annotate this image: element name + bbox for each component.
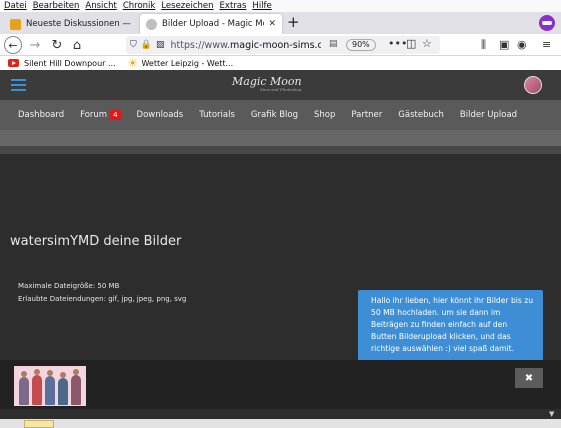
nav-forum[interactable]: Forum 4 — [80, 110, 121, 120]
tab-title: Bilder Upload - Magic Moon — [162, 19, 264, 29]
sun-icon: ☀ — [127, 56, 138, 70]
url-text[interactable]: https://www.magic-moon-sims.co — [171, 40, 321, 51]
arrow-left-icon: ← — [8, 38, 18, 52]
bookmark-silent-hill[interactable]: Silent Hill Downpour ... — [8, 59, 116, 68]
reload-icon: ↻ — [51, 37, 63, 53]
sidebar-icon[interactable]: ▣ — [499, 38, 509, 51]
subnav-band — [0, 130, 561, 146]
close-icon: ✖ — [524, 372, 534, 384]
max-file-size: Maximale Dateigröße: 50 MB — [18, 282, 120, 290]
bookmark-star-icon[interactable]: ☆ — [422, 37, 432, 50]
bookmark-label: Wetter Leipzig - Wett... — [141, 58, 234, 68]
arrow-right-icon: → — [29, 37, 41, 53]
nav-grafik-blog[interactable]: Grafik Blog — [251, 110, 298, 120]
reload-button[interactable]: ↻ — [48, 36, 66, 54]
menu-bar: Datei Bearbeiten Ansicht Chronik Lesezei… — [0, 0, 561, 12]
nav-guestbook[interactable]: Gästebuch — [398, 110, 444, 120]
zoom-level[interactable]: 90% — [346, 39, 376, 51]
close-tab-icon[interactable]: ✕ — [268, 19, 276, 29]
library-icon[interactable]: ⫼ — [481, 38, 486, 52]
menu-history[interactable]: Chronik — [123, 1, 156, 11]
menu-file[interactable]: Datei — [4, 1, 27, 11]
nav-downloads[interactable]: Downloads — [137, 110, 184, 120]
page-actions-button[interactable]: ••• — [388, 37, 407, 50]
menu-hamburger-icon[interactable]: ≡ — [542, 38, 551, 51]
website-content: Magic Moon Sims and Photoshop Dashboard … — [0, 70, 561, 428]
pocket-icon[interactable]: ◫ — [406, 37, 416, 50]
back-button[interactable]: ← — [4, 36, 22, 54]
new-tab-button[interactable]: + — [287, 13, 300, 31]
url-bar[interactable]: ⛉ 🔒 ▨ https://www.magic-moon-sims.co ▤ 9… — [126, 36, 440, 54]
site-favicon-icon — [146, 18, 157, 30]
nav-tutorials[interactable]: Tutorials — [199, 110, 235, 120]
tab-title: Neueste Diskussionen — The Si — [26, 19, 132, 29]
tab-bilder-upload[interactable]: Bilder Upload - Magic Moon ✕ — [140, 14, 282, 34]
tab-discussions[interactable]: Neueste Diskussionen — The Si — [4, 14, 138, 34]
site-header: Magic Moon Sims and Photoshop — [0, 70, 561, 100]
reader-view-icon[interactable]: ▤ — [329, 39, 338, 49]
page-title: watersimYMD deine Bilder — [10, 234, 182, 249]
uploaded-image-thumbnail[interactable] — [14, 366, 86, 406]
discussion-favicon-icon — [10, 18, 21, 30]
forum-count-badge: 4 — [110, 110, 121, 120]
account-icon[interactable]: ◉ — [517, 38, 527, 51]
home-icon: ⌂ — [72, 37, 82, 53]
site-logo[interactable]: Magic Moon Sims and Photoshop — [232, 75, 302, 92]
navigation-bar: ← → ↻ ⌂ ⛉ 🔒 ▨ https://www.magic-moon-sim… — [0, 34, 561, 56]
menu-tools[interactable]: Extras — [220, 1, 247, 11]
upload-info: Maximale Dateigröße: 50 MB Erlaubte Date… — [18, 280, 186, 306]
private-mask-icon[interactable] — [539, 15, 555, 31]
youtube-icon — [8, 59, 19, 67]
scroll-down-icon[interactable]: ▼ — [549, 410, 554, 418]
image-gallery: ✖ — [0, 360, 561, 409]
nav-shop[interactable]: Shop — [314, 110, 335, 120]
shield-icon[interactable]: ⛉ — [130, 40, 137, 50]
close-button[interactable]: ✖ — [515, 368, 543, 388]
allowed-extensions: Erlaubte Dateiendungen: gif, jpg, jpeg, … — [18, 295, 187, 303]
site-navigation: Dashboard Forum 4 Downloads Tutorials Gra… — [0, 100, 561, 130]
home-button[interactable]: ⌂ — [68, 36, 86, 54]
lock-icon[interactable]: 🔒 — [141, 40, 152, 50]
info-tooltip: Hallo ihr lieben, hier könnt ihr Bilder … — [358, 290, 543, 361]
user-avatar[interactable] — [524, 76, 542, 94]
forward-button[interactable]: → — [26, 36, 44, 54]
tab-strip: Neueste Diskussionen — The Si Bilder Upl… — [0, 12, 561, 34]
menu-help[interactable]: Hilfe — [252, 1, 271, 11]
nav-partner[interactable]: Partner — [351, 110, 382, 120]
menu-view[interactable]: Ansicht — [85, 1, 116, 11]
menu-bookmarks[interactable]: Lesezeichen — [161, 1, 213, 11]
hamburger-menu-icon[interactable] — [11, 79, 26, 91]
permissions-icon[interactable]: ▨ — [156, 40, 165, 50]
subnav-divider — [0, 146, 561, 154]
bookmarks-toolbar: Silent Hill Downpour ... ☀ Wetter Leipzi… — [0, 56, 561, 70]
menu-edit[interactable]: Bearbeiten — [33, 1, 80, 11]
taskbar — [0, 419, 561, 428]
nav-dashboard[interactable]: Dashboard — [18, 110, 64, 120]
bookmark-wetter-leipzig[interactable]: ☀ Wetter Leipzig - Wett... — [128, 57, 234, 70]
taskbar-item[interactable] — [24, 420, 54, 428]
bookmark-label: Silent Hill Downpour ... — [24, 58, 116, 68]
nav-bilder-upload[interactable]: Bilder Upload — [460, 110, 517, 120]
